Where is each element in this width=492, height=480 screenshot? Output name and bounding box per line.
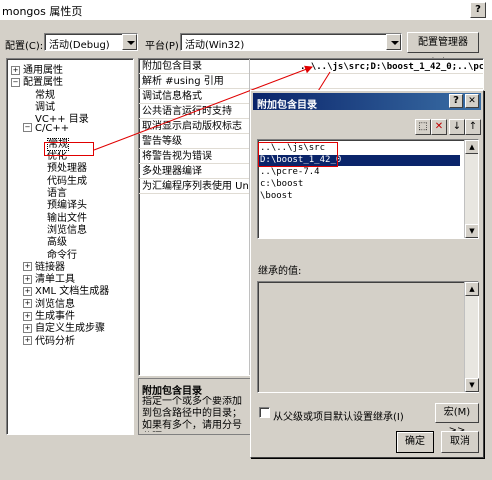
ok-button[interactable]: 确定: [396, 431, 434, 453]
list-scrollbar[interactable]: ▲ ▼: [464, 140, 478, 238]
dialog-close-button[interactable]: ✕: [465, 94, 479, 108]
inherited-scrollbar[interactable]: ▲ ▼: [464, 282, 479, 392]
list-item[interactable]: \boost: [260, 191, 293, 202]
scroll-up-icon[interactable]: ▲: [465, 282, 479, 296]
move-down-icon[interactable]: ↓: [449, 119, 465, 135]
scroll-up-icon[interactable]: ▲: [465, 140, 478, 154]
dialog-help-button[interactable]: ?: [449, 94, 463, 108]
list-item[interactable]: ..\pcre-7.4: [260, 167, 320, 178]
move-up-icon[interactable]: ↑: [465, 119, 481, 135]
cancel-button[interactable]: 取消: [441, 431, 479, 453]
new-line-icon[interactable]: ⬚: [415, 119, 431, 135]
scroll-down-icon[interactable]: ▼: [465, 224, 478, 238]
inherit-checkbox-label[interactable]: 从父级或项目默认设置继承(I): [273, 408, 404, 423]
inherited-values-list: ▲ ▼: [257, 281, 479, 393]
include-dirs-dialog: 附加包含目录 ? ✕ ⬚ ✕ ↓ ↑ ..\..\js\src D:\boost_…: [250, 90, 484, 458]
macro-button[interactable]: 宏(M) >>: [435, 403, 479, 436]
scroll-down-icon[interactable]: ▼: [465, 378, 479, 392]
annotation-box-entries: [258, 142, 338, 167]
inherited-label: 继承的值:: [258, 266, 302, 277]
dialog-title: 附加包含目录: [257, 100, 317, 111]
inherit-checkbox[interactable]: [259, 407, 270, 418]
delete-icon[interactable]: ✕: [431, 119, 447, 135]
dialog-titlebar: 附加包含目录 ? ✕: [253, 93, 481, 111]
list-item[interactable]: c:\boost: [260, 179, 303, 190]
